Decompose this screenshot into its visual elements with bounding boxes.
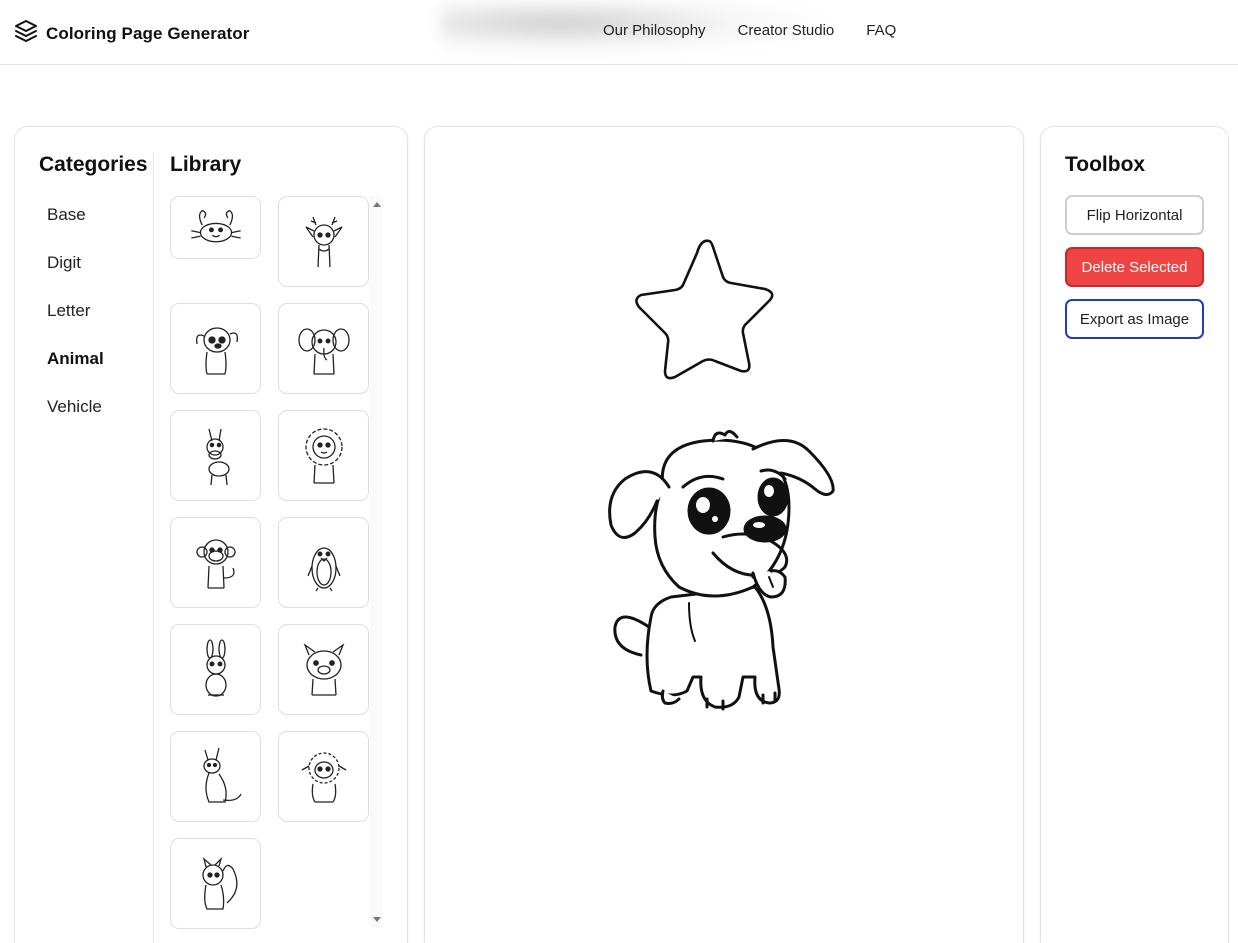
category-item-letter[interactable]: Letter [47, 301, 104, 349]
category-item-vehicle[interactable]: Vehicle [47, 397, 104, 445]
delete-selected-button[interactable]: Delete Selected [1065, 247, 1204, 287]
toolbox-panel: Toolbox Flip Horizontal Delete Selected … [1040, 126, 1229, 943]
deer-icon [304, 216, 343, 267]
library-item-pig[interactable] [278, 624, 369, 715]
donkey-icon [205, 428, 230, 485]
scroll-up-icon[interactable] [373, 202, 381, 207]
puppy-icon [195, 326, 238, 375]
canvas-star-shape[interactable] [631, 237, 791, 383]
library-item-elephant[interactable] [278, 303, 369, 394]
panel-divider [153, 152, 154, 943]
nav-link-faq[interactable]: FAQ [866, 22, 896, 39]
layers-icon [14, 19, 38, 48]
category-item-digit[interactable]: Digit [47, 253, 104, 301]
kangaroo-icon [202, 747, 242, 803]
canvas-puppy-image[interactable] [603, 427, 843, 717]
brand[interactable]: Coloring Page Generator [14, 19, 250, 48]
crab-icon [190, 209, 241, 242]
library-panel: Categories Base Digit Letter Animal Vehi… [14, 126, 408, 943]
drawing-canvas[interactable] [424, 126, 1024, 943]
rabbit-icon [204, 638, 227, 697]
category-item-base[interactable]: Base [47, 205, 104, 253]
library-item-deer[interactable] [278, 196, 369, 287]
sheep-icon [301, 751, 346, 803]
category-list: Base Digit Letter Animal Vehicle [47, 205, 104, 445]
category-item-animal[interactable]: Animal [47, 349, 104, 397]
main-nav: Our Philosophy Creator Studio FAQ [603, 22, 896, 39]
library-item-penguin[interactable] [278, 517, 369, 608]
library-item-puppy[interactable] [170, 303, 261, 394]
brand-title: Coloring Page Generator [46, 23, 250, 43]
nav-link-philosophy[interactable]: Our Philosophy [603, 22, 706, 39]
library-scrollbar[interactable] [370, 196, 383, 928]
library-item-kangaroo[interactable] [170, 731, 261, 822]
flip-horizontal-button[interactable]: Flip Horizontal [1065, 195, 1204, 235]
monkey-icon [195, 538, 236, 589]
library-item-lion[interactable] [278, 410, 369, 501]
library-item-squirrel[interactable] [170, 838, 261, 929]
lion-icon [304, 427, 343, 484]
elephant-icon [297, 327, 350, 375]
scroll-down-icon[interactable] [373, 917, 381, 922]
toolbox-title: Toolbox [1065, 153, 1146, 176]
library-item-rabbit[interactable] [170, 624, 261, 715]
categories-title: Categories [39, 153, 148, 176]
penguin-icon [306, 546, 341, 591]
pig-icon [303, 642, 344, 696]
library-item-monkey[interactable] [170, 517, 261, 608]
library-item-crab[interactable] [170, 196, 261, 259]
library-title: Library [170, 153, 242, 176]
squirrel-icon [201, 856, 237, 910]
export-image-button[interactable]: Export as Image [1065, 299, 1204, 339]
library-item-donkey[interactable] [170, 410, 261, 501]
nav-link-creator-studio[interactable]: Creator Studio [738, 22, 835, 39]
library-item-sheep[interactable] [278, 731, 369, 822]
top-navbar: Coloring Page Generator Our Philosophy C… [0, 0, 1238, 65]
